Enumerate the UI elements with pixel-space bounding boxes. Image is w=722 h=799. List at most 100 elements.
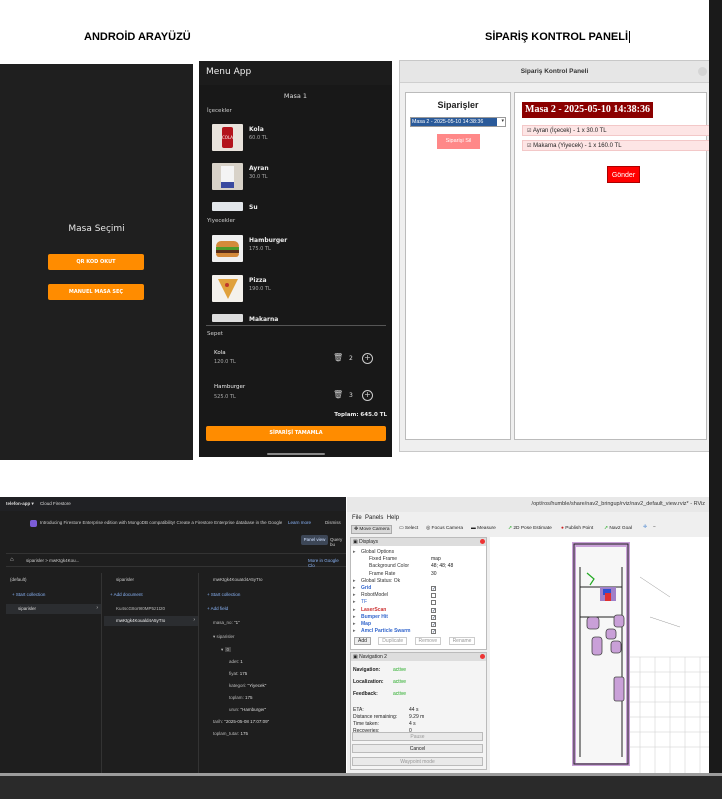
- waypoint-mode-button[interactable]: Waypoint mode: [352, 757, 483, 766]
- display-checkbox[interactable]: ✓: [431, 614, 436, 620]
- expand-arrow-icon[interactable]: ▸: [353, 628, 356, 635]
- display-row[interactable]: Background Color 48; 48; 48: [351, 563, 481, 570]
- cart-item-qty: 2: [349, 355, 353, 362]
- status-label: Localization:: [353, 679, 384, 685]
- rename-button[interactable]: Rename: [448, 637, 476, 645]
- display-row[interactable]: RobotModel ▸: [351, 592, 481, 599]
- tool-pose-estimate[interactable]: ➚ 2D Pose Estimate: [508, 526, 552, 531]
- document-item-selected[interactable]: mwKtgk4Kouald4A5yTIo ›: [104, 616, 198, 626]
- expand-arrow-icon[interactable]: ▸: [353, 549, 356, 556]
- remove-tool-icon[interactable]: −: [653, 525, 656, 530]
- divider: [206, 325, 386, 326]
- display-row[interactable]: Global Status: Ok ▸: [351, 578, 481, 585]
- add-field-button[interactable]: + Add field: [207, 606, 228, 611]
- panel-view-button[interactable]: Panel view: [301, 535, 328, 545]
- query-builder-tab[interactable]: Query bu: [330, 537, 346, 547]
- display-value[interactable]: 30: [431, 571, 437, 578]
- add-button[interactable]: Add: [354, 637, 371, 645]
- expand-arrow-icon[interactable]: ▸: [353, 599, 356, 606]
- close-icon[interactable]: [480, 539, 485, 544]
- display-checkbox[interactable]: [431, 600, 436, 606]
- duplicate-button[interactable]: Duplicate: [378, 637, 408, 645]
- expand-arrow-icon[interactable]: ▸: [353, 621, 356, 628]
- more-in-console-link[interactable]: More in Google Clo: [308, 558, 346, 568]
- project-selector[interactable]: telefon-app ▾: [6, 501, 34, 507]
- display-value[interactable]: 48; 48; 48: [431, 563, 453, 570]
- display-row[interactable]: Frame Rate 30: [351, 571, 481, 578]
- expand-arrow-icon[interactable]: ▸: [353, 592, 356, 599]
- complete-order-button[interactable]: SİPARİŞİ TAMAMLA: [206, 426, 386, 441]
- display-value[interactable]: map: [431, 556, 441, 563]
- home-icon[interactable]: ⌂: [10, 557, 14, 563]
- cart-label: Sepet: [207, 331, 223, 337]
- cancel-button[interactable]: Cancel: [352, 744, 483, 753]
- display-row[interactable]: LaserScan ▸ ✓: [351, 607, 481, 614]
- menu-panels[interactable]: Panels: [365, 515, 383, 521]
- table-label: Masa 1: [283, 92, 308, 100]
- menu-help[interactable]: Help: [387, 515, 399, 521]
- trash-icon[interactable]: 🗑: [333, 390, 343, 399]
- add-document-button[interactable]: + Add document: [110, 592, 143, 597]
- send-button[interactable]: Gönder: [607, 166, 640, 183]
- detail-title: Masa 2 - 2025-05-10 14:38:36: [522, 102, 653, 118]
- metric-label: Distance remaining:: [353, 714, 398, 720]
- pause-button[interactable]: Pause: [352, 732, 483, 741]
- display-row[interactable]: Grid ▸ ✓: [351, 585, 481, 592]
- display-checkbox[interactable]: ✓: [431, 629, 436, 635]
- plus-icon[interactable]: +: [362, 353, 373, 364]
- menu-item-name: Hamburger: [249, 237, 288, 244]
- remove-button[interactable]: Remove: [414, 637, 442, 645]
- expand-arrow-icon[interactable]: ▸: [353, 614, 356, 621]
- tool-measure[interactable]: ▬ Measure: [471, 526, 496, 531]
- collection-item[interactable]: siparisler ›: [6, 604, 101, 614]
- display-checkbox[interactable]: ✓: [431, 607, 436, 613]
- add-tool-icon[interactable]: ✛: [643, 525, 647, 530]
- display-row[interactable]: Map ▸ ✓: [351, 621, 481, 628]
- window-close-icon[interactable]: [698, 67, 707, 76]
- display-row[interactable]: Bumper Hit ▸ ✓: [351, 614, 481, 621]
- dropdown-arrow-icon: ▾: [501, 118, 504, 124]
- tool-select[interactable]: ▭ Select: [399, 526, 418, 531]
- order-select[interactable]: Masa 2 - 2025-05-10 14:38:36 ▾: [410, 117, 506, 127]
- field-row: ▾ 0: [221, 647, 232, 652]
- app-bar: Menu App: [199, 61, 392, 85]
- menu-item-price: 175.0 TL: [249, 246, 271, 252]
- expand-arrow-icon[interactable]: ▸: [353, 578, 356, 585]
- manual-table-button[interactable]: MANUEL MASA SEÇ: [48, 284, 144, 300]
- plus-icon[interactable]: +: [362, 390, 373, 401]
- display-row[interactable]: Global Options ▸: [351, 549, 481, 556]
- start-collection-button[interactable]: + Start collection: [207, 592, 240, 597]
- order-item-text: Ayran (İçecek) - 1 x 30.0 TL: [532, 128, 607, 134]
- display-row[interactable]: Amcl Particle Swarm ▸ ✓: [351, 628, 481, 635]
- order-item-text: Makarna (Yiyecek) - 1 x 160.0 TL: [533, 143, 622, 149]
- order-item-row: ☑ Ayran (İçecek) - 1 x 30.0 TL: [522, 125, 714, 136]
- taskbar: [0, 773, 722, 799]
- learn-more-link[interactable]: Learn more: [288, 520, 311, 525]
- breadcrumb-path[interactable]: siparisler > mwKtgk4Kou...: [26, 558, 79, 563]
- expand-arrow-icon[interactable]: ▸: [353, 607, 356, 614]
- tool-nav2-goal[interactable]: ➚ Nav2 Goal: [604, 526, 632, 531]
- tool-move-camera[interactable]: ✥ Move Camera: [351, 525, 393, 534]
- tool-publish-point[interactable]: ● Publish Point: [561, 526, 593, 531]
- display-row[interactable]: Fixed Frame map: [351, 556, 481, 563]
- order-item-row: ☑ Makarna (Yiyecek) - 1 x 160.0 TL: [522, 140, 714, 151]
- rviz-window: /opt/ros/humble/share/nav2_bringup/rviz/…: [347, 497, 709, 773]
- trash-icon[interactable]: 🗑: [333, 353, 343, 362]
- document-item[interactable]: Ku4scG8or9I0MP5z1t20: [116, 606, 165, 611]
- qr-code-button[interactable]: QR KOD OKUT: [48, 254, 144, 270]
- dismiss-link[interactable]: Dismiss: [325, 520, 341, 525]
- tool-focus-camera[interactable]: ◎ Focus Camera: [426, 526, 463, 531]
- close-icon[interactable]: [480, 654, 485, 659]
- display-checkbox[interactable]: ✓: [431, 586, 436, 592]
- map-view[interactable]: [490, 537, 709, 773]
- display-label: LaserScan: [361, 606, 387, 613]
- start-collection-button[interactable]: + Start collection: [12, 592, 45, 597]
- menu-file[interactable]: File: [352, 515, 362, 521]
- metric-value: 9.29 m: [409, 714, 425, 720]
- display-label: Grid: [361, 585, 372, 591]
- expand-arrow-icon[interactable]: ▸: [353, 585, 356, 592]
- display-checkbox[interactable]: [431, 593, 436, 599]
- display-checkbox[interactable]: ✓: [431, 622, 436, 628]
- display-row[interactable]: TF ▸: [351, 599, 481, 606]
- delete-order-button[interactable]: Siparişi Sil: [437, 134, 480, 149]
